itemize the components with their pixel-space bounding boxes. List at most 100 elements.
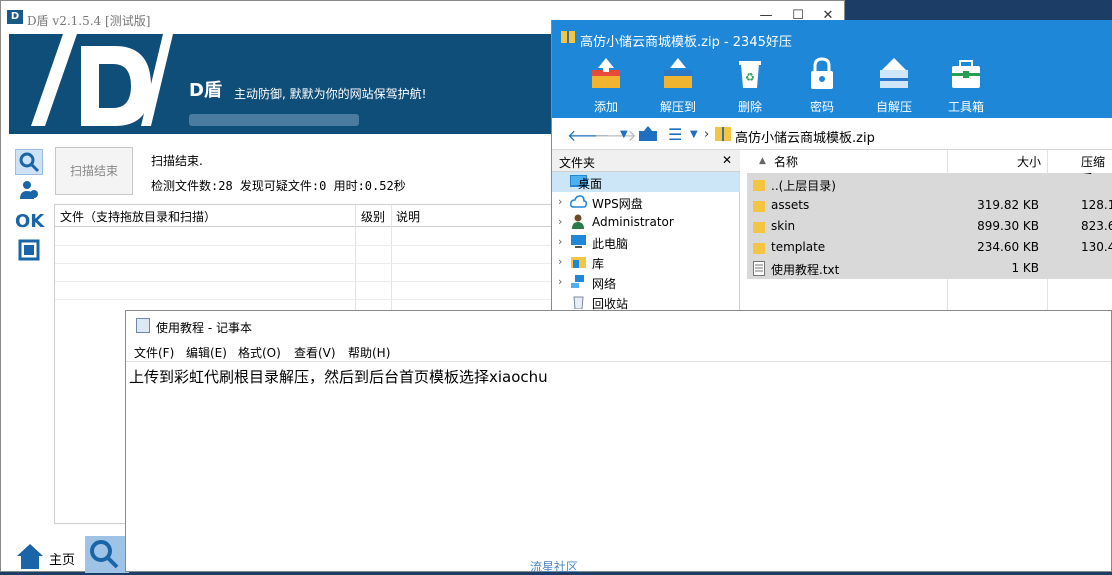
notepad-editor[interactable]: 上传到彩虹代刷根目录解压，然后到后台首页模板选择xiaochu <box>126 361 1111 573</box>
archive-icon <box>561 31 575 43</box>
folder-icon <box>753 243 765 254</box>
chevron-right-icon[interactable]: › <box>558 195 562 208</box>
col-desc[interactable]: 说明 <box>396 208 420 225</box>
notepad-titlebar: 使用教程 - 记事本 <box>126 311 1111 341</box>
notepad-menubar: 文件(F) 编辑(E) 格式(O) 查看(V) 帮助(H) <box>126 341 1111 361</box>
blurred-url <box>189 114 359 126</box>
row-line <box>55 263 553 264</box>
col-level[interactable]: 级别 <box>361 208 385 225</box>
add-button[interactable]: 添加 <box>574 54 634 118</box>
computer-icon <box>571 235 586 248</box>
tree-item-desktop[interactable]: 桌面 <box>552 172 740 192</box>
view-list-icon[interactable]: ☰ <box>668 125 682 144</box>
extract-icon <box>664 58 692 88</box>
chevron-right-icon[interactable]: › <box>558 235 562 248</box>
cloud-icon <box>570 195 587 208</box>
list-header: ▲ 名称 大小 压缩后 <box>747 150 1112 186</box>
file-compressed: 128.1 <box>1081 198 1112 212</box>
scan-end-button[interactable]: 扫描结束 <box>55 147 133 195</box>
tree-header: 文件夹 ✕ <box>552 150 740 172</box>
archive-icon <box>715 127 731 141</box>
file-name: skin <box>771 219 796 233</box>
recycle-icon: ♻ <box>739 61 761 88</box>
ok-icon[interactable]: OK <box>15 209 44 235</box>
tree-item-label: 网络 <box>592 277 617 291</box>
password-label: 密码 <box>809 100 834 114</box>
chevron-down-icon[interactable]: ▼ <box>690 129 698 140</box>
file-name: 使用教程.txt <box>771 263 840 277</box>
home-tab-label[interactable]: 主页 <box>49 549 75 568</box>
delete-button[interactable]: ♻ 删除 <box>718 54 778 118</box>
list-item[interactable]: assets 319.82 KB 128.1 <box>747 195 1112 216</box>
folder-icon <box>753 222 765 233</box>
watermark: 流星社区 <box>530 560 579 574</box>
extract-label: 解压到 <box>659 100 696 114</box>
list-item[interactable]: ..(上层目录) <box>747 174 1112 195</box>
dshield-slogan: 主动防御, 默默为你的网站保驾护航! <box>234 87 427 101</box>
list-item[interactable]: skin 899.30 KB 823.6 <box>747 216 1112 237</box>
col-file[interactable]: 文件（支持拖放目录和扫描） <box>60 208 216 225</box>
col-name[interactable]: 名称 <box>774 153 798 170</box>
col-size[interactable]: 大小 <box>1017 153 1041 170</box>
tree-item-pc[interactable]: › 此电脑 <box>552 232 740 252</box>
toolbox-button[interactable]: 工具箱 <box>934 54 994 118</box>
window-icon[interactable] <box>15 239 43 265</box>
tree-item-label: Administrator <box>592 215 674 229</box>
file-compressed: 130.4 <box>1081 240 1112 254</box>
notepad-title: 使用教程 - 记事本 <box>156 321 252 335</box>
svg-text:♻: ♻ <box>745 71 755 84</box>
dshield-bottom-tabs: 主页 <box>9 533 129 573</box>
tree-item-library[interactable]: › 库 <box>552 252 740 272</box>
table-header: 文件（支持拖放目录和扫描） 级别 说明 <box>55 205 553 227</box>
tree-item-admin[interactable]: › Administrator <box>552 212 740 232</box>
file-size: 1 KB <box>1011 261 1039 275</box>
chevron-right-icon[interactable]: › <box>558 275 562 288</box>
zip-navbar: 🡐 🡒 ▼ ☰ ▼ › 高仿小储云商城模板.zip <box>552 118 1112 150</box>
notepad-window: 使用教程 - 记事本 文件(F) 编辑(E) 格式(O) 查看(V) 帮助(H)… <box>125 310 1112 572</box>
zip-title: 高仿小储云商城模板.zip - 2345好压 <box>580 35 792 50</box>
self-extract-icon <box>880 58 908 88</box>
add-icon <box>592 58 620 88</box>
menu-file[interactable]: 文件(F) <box>134 344 174 361</box>
file-name: assets <box>771 198 810 212</box>
path-field[interactable]: 高仿小储云商城模板.zip <box>735 127 875 146</box>
row-line <box>55 245 553 246</box>
close-pane-icon[interactable]: ✕ <box>722 153 732 167</box>
chevron-right-icon: › <box>704 127 710 142</box>
tree-item-network[interactable]: › 网络 <box>552 272 740 292</box>
dshield-logo <box>31 34 173 126</box>
list-item[interactable]: template 234.60 KB 130.4 <box>747 237 1112 258</box>
menu-format[interactable]: 格式(O) <box>238 344 281 361</box>
list-item[interactable]: 使用教程.txt 1 KB <box>747 258 1112 279</box>
recycle-bin-icon <box>573 296 584 309</box>
zip-titlebar: 高仿小储云商城模板.zip - 2345好压 <box>552 20 1112 54</box>
forward-arrow-icon[interactable]: 🡒 <box>594 125 637 145</box>
tree-item-wps[interactable]: › WPS网盘 <box>552 192 740 212</box>
search-icon[interactable] <box>15 149 43 175</box>
row-line <box>55 299 553 300</box>
toolbox-icon <box>952 60 980 88</box>
menu-edit[interactable]: 编辑(E) <box>186 344 227 361</box>
password-button[interactable]: 密码 <box>790 54 850 118</box>
sfx-button[interactable]: 自解压 <box>862 54 922 118</box>
up-folder-icon[interactable] <box>638 126 658 142</box>
chevron-down-icon[interactable]: ▼ <box>620 129 628 140</box>
network-icon <box>571 275 584 288</box>
zip-toolbar: 添加 解压到 ♻ 删除 密码 自解压 工具箱 <box>552 54 1112 118</box>
tree-header-label: 文件夹 <box>559 156 596 170</box>
user-shield-icon[interactable] <box>15 179 43 205</box>
dshield-title: D盾 v2.1.5.4 [测试版] <box>27 14 151 28</box>
tree-item-label: 此电脑 <box>592 237 629 251</box>
zip-window: 高仿小储云商城模板.zip - 2345好压 添加 解压到 ♻ 删除 密码 自解… <box>551 20 1112 312</box>
file-name: ..(上层目录) <box>771 179 836 193</box>
library-icon <box>571 257 586 268</box>
chevron-right-icon[interactable]: › <box>558 255 562 268</box>
search-tab[interactable] <box>85 536 129 573</box>
extract-button[interactable]: 解压到 <box>646 54 706 118</box>
menu-help[interactable]: 帮助(H) <box>348 344 390 361</box>
menu-view[interactable]: 查看(V) <box>294 344 336 361</box>
tree-item-recycle[interactable]: 回收站 <box>552 292 740 312</box>
sfx-label: 自解压 <box>875 100 912 114</box>
home-icon[interactable] <box>15 541 45 571</box>
chevron-right-icon[interactable]: › <box>558 215 562 228</box>
